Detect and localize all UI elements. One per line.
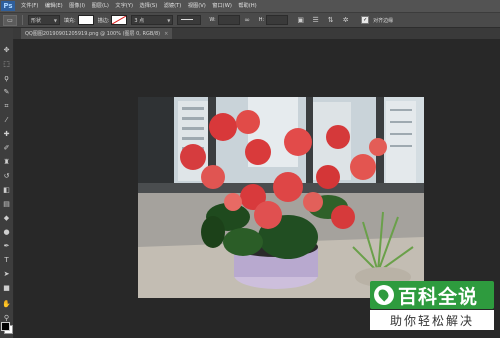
document-tab[interactable]: QQ图图20190901205919.png @ 100% (图层 0, RGB… <box>21 28 173 39</box>
flower-photo <box>138 97 424 298</box>
chevron-down-icon: ▼ <box>53 17 57 23</box>
menu-select[interactable]: 选择(S) <box>140 0 158 12</box>
rectangle-tool-icon[interactable]: ■ <box>2 284 11 293</box>
shape-mode-value: 形状 <box>31 17 42 24</box>
height-input[interactable] <box>266 15 289 25</box>
lasso-tool-icon[interactable]: ϙ <box>2 74 11 83</box>
divider <box>22 15 23 25</box>
menu-window[interactable]: 窗口(W) <box>212 0 232 12</box>
menu-edit[interactable]: 编辑(E) <box>45 0 63 12</box>
options-bar: ▭ 形状 ▼ 填充: 描边: 3 点 ▼ W: ∞ H: ▣ ☰ ⇅ ✲ ✓ 对… <box>0 13 500 28</box>
photoshop-window: Ps 文件(F) 编辑(E) 图像(I) 图层(L) 文字(Y) 选择(S) 滤… <box>0 0 500 338</box>
move-tool-icon[interactable]: ✥ <box>2 46 11 55</box>
menu-help[interactable]: 帮助(H) <box>238 0 256 12</box>
watermark-title: 百科全说 <box>398 285 479 308</box>
quick-select-tool-icon[interactable]: ✎ <box>2 88 11 97</box>
menu-bar: Ps 文件(F) 编辑(E) 图像(I) 图层(L) 文字(Y) 选择(S) 滤… <box>0 0 500 13</box>
path-alignment-icon[interactable]: ☰ <box>311 16 320 25</box>
document-tab-title: QQ图图20190901205919.png @ 100% (图层 0, RGB… <box>25 31 161 37</box>
close-icon[interactable]: × <box>164 31 168 37</box>
blur-tool-icon[interactable]: ◆ <box>2 214 11 223</box>
clone-stamp-tool-icon[interactable]: ♜ <box>2 158 11 167</box>
rectangle-shape-icon: ▭ <box>7 16 13 24</box>
hand-tool-icon[interactable]: ✋ <box>2 300 11 309</box>
pen-tool-icon[interactable]: ✒ <box>2 242 11 251</box>
foreground-color-swatch[interactable] <box>1 322 10 331</box>
fill-color-swatch[interactable] <box>77 15 94 25</box>
width-input[interactable] <box>217 15 240 25</box>
menu-layer[interactable]: 图层(L) <box>92 0 109 12</box>
watermark-banner: 百科全说 <box>370 281 494 309</box>
brush-tool-icon[interactable]: ✐ <box>2 144 11 153</box>
ps-logo: Ps <box>1 1 15 11</box>
stroke-size-dropdown[interactable]: 3 点 ▼ <box>131 15 174 25</box>
align-edges-checkbox[interactable]: ✓ <box>361 16 370 24</box>
menu-list: 文件(F) 编辑(E) 图像(I) 图层(L) 文字(Y) 选择(S) 滤镜(T… <box>21 0 263 12</box>
eyedropper-tool-icon[interactable]: ⁄ <box>2 116 11 125</box>
chevron-down-icon: ▼ <box>167 17 171 23</box>
healing-brush-tool-icon[interactable]: ✚ <box>2 130 11 139</box>
tools-panel: ✥ ⬚ ϙ ✎ ⌗ ⁄ ✚ ✐ ♜ ↺ ◧ ▤ ◆ ● ✒ T ➤ ■ ✋ ⚲ <box>0 28 14 338</box>
history-brush-tool-icon[interactable]: ↺ <box>2 172 11 181</box>
stroke-label: 描边: <box>97 17 110 24</box>
document-tab-bar: QQ图图20190901205919.png @ 100% (图层 0, RGB… <box>13 28 500 39</box>
path-operations-icon[interactable]: ▣ <box>296 16 305 25</box>
dodge-tool-icon[interactable]: ● <box>2 228 11 237</box>
document-canvas[interactable] <box>138 97 424 298</box>
tool-preset-picker[interactable]: ▭ <box>3 14 17 26</box>
watermark-logo-icon <box>374 285 394 305</box>
align-edges-label: 对齐边缘 <box>373 17 394 24</box>
link-icon[interactable]: ∞ <box>243 16 252 25</box>
menu-file[interactable]: 文件(F) <box>21 0 38 12</box>
gear-icon[interactable]: ✲ <box>341 16 350 25</box>
path-arrangement-icon[interactable]: ⇅ <box>326 16 335 25</box>
stroke-color-swatch[interactable] <box>111 15 128 25</box>
menu-type[interactable]: 文字(Y) <box>115 0 133 12</box>
fill-label: 填充: <box>64 17 76 24</box>
path-select-tool-icon[interactable]: ➤ <box>2 270 11 279</box>
menu-image[interactable]: 图像(I) <box>69 0 85 12</box>
watermark: 百科全说 助你轻松解决 <box>370 281 494 330</box>
marquee-tool-icon[interactable]: ⬚ <box>2 60 11 69</box>
stroke-type-dropdown[interactable] <box>177 15 202 25</box>
height-label: H: <box>258 17 265 23</box>
type-tool-icon[interactable]: T <box>2 256 11 265</box>
menu-filter[interactable]: 滤镜(T) <box>164 0 182 12</box>
stroke-size-value: 3 点 <box>134 17 145 24</box>
width-label: W: <box>209 17 216 23</box>
crop-tool-icon[interactable]: ⌗ <box>2 102 11 111</box>
menu-view[interactable]: 视图(V) <box>188 0 206 12</box>
gradient-tool-icon[interactable]: ▤ <box>2 200 11 209</box>
eraser-tool-icon[interactable]: ◧ <box>2 186 11 195</box>
shape-mode-dropdown[interactable]: 形状 ▼ <box>28 15 60 25</box>
watermark-subtitle: 助你轻松解决 <box>370 310 494 330</box>
